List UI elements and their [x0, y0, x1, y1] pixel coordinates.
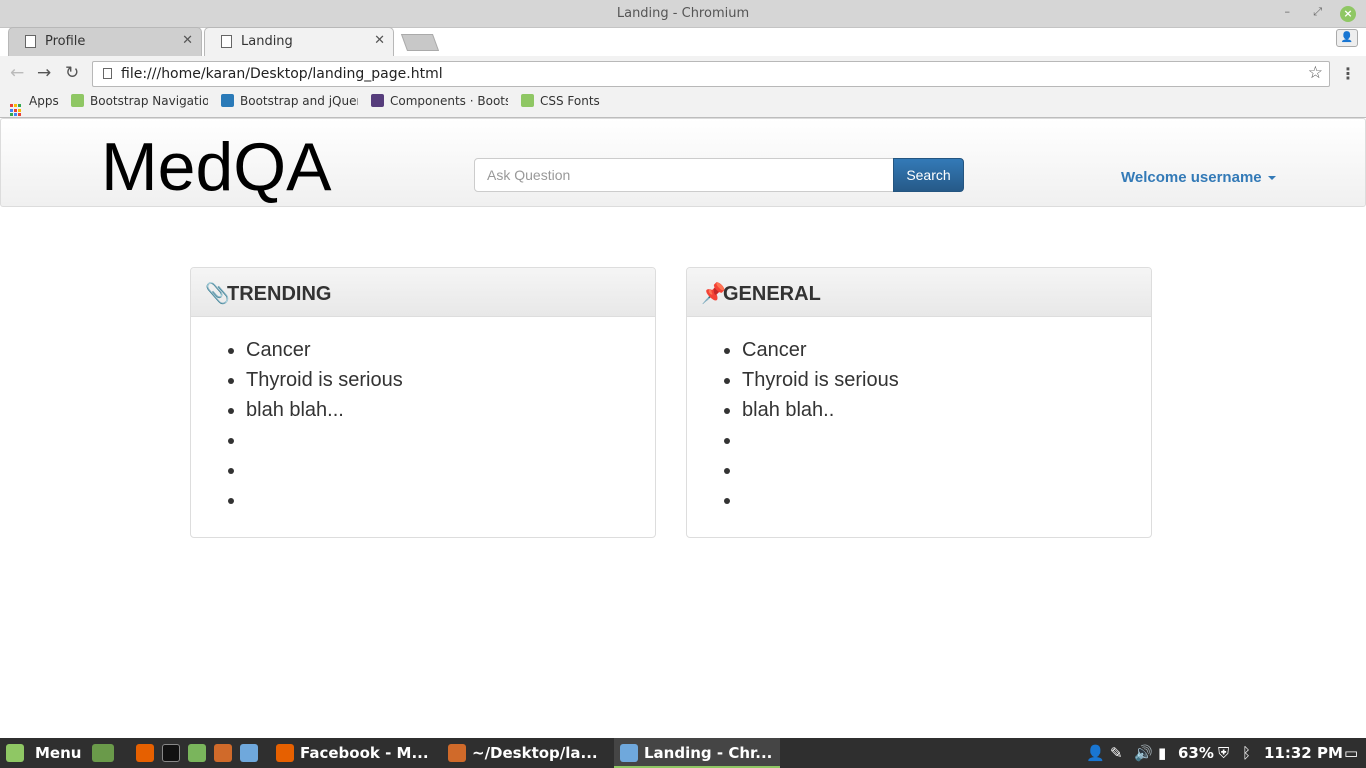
- menu-icon[interactable]: ⋮: [1340, 64, 1356, 83]
- list-item: [742, 425, 1151, 455]
- user-menu-label: Welcome username: [1121, 169, 1262, 186]
- chromium-icon[interactable]: [240, 744, 258, 762]
- address-bar[interactable]: file:///home/karan/Desktop/landing_page.…: [92, 61, 1330, 87]
- chromium-icon: [620, 744, 638, 762]
- bookmark-components-bootstrap[interactable]: Components · Bootstrap: [371, 94, 508, 108]
- mint-logo-icon[interactable]: [6, 744, 24, 762]
- task-landing-chromium[interactable]: Landing - Chr...: [614, 738, 780, 768]
- bluetooth-icon[interactable]: ᛒ: [1242, 738, 1251, 768]
- files-icon[interactable]: [188, 744, 206, 762]
- os-taskbar: Menu Facebook - M... ~/Desktop/la... Lan…: [0, 738, 1366, 768]
- update-shield-icon[interactable]: ⛨: [1218, 738, 1229, 768]
- site-brand[interactable]: MedQA: [101, 133, 332, 201]
- panel-heading: 📎TRENDING: [191, 268, 655, 317]
- show-desktop-icon[interactable]: [92, 744, 114, 762]
- tab-profile[interactable]: Profile ✕: [8, 27, 202, 56]
- bookmark-label: Bootstrap and jQuery: [240, 94, 358, 108]
- bookmark-bootstrap-jquery[interactable]: Bootstrap and jQuery: [221, 94, 358, 108]
- bootstrap-icon: [371, 94, 384, 107]
- tab-close-icon[interactable]: ✕: [374, 33, 385, 48]
- task-label: Landing - Chr...: [644, 744, 773, 762]
- list-item: [246, 455, 655, 485]
- w3schools-icon: [71, 94, 84, 107]
- list-item: [246, 425, 655, 455]
- trending-panel: 📎TRENDING Cancer Thyroid is serious blah…: [190, 267, 656, 538]
- battery-percent: 63%: [1178, 744, 1214, 762]
- task-label: Facebook - M...: [300, 744, 429, 762]
- minimize-icon[interactable]: –: [1285, 5, 1291, 18]
- w3schools-icon: [521, 94, 534, 107]
- firefox-icon[interactable]: [136, 744, 154, 762]
- tab-close-icon[interactable]: ✕: [182, 33, 193, 48]
- pushpin-icon: 📌: [701, 283, 726, 305]
- firefox-icon: [276, 744, 294, 762]
- profile-icon[interactable]: 👤: [1336, 29, 1358, 47]
- panel-title: GENERAL: [723, 283, 821, 305]
- task-label: ~/Desktop/la...: [472, 744, 598, 762]
- panel-heading: 📌GENERAL: [687, 268, 1151, 317]
- list-item: [246, 485, 655, 515]
- terminal-icon[interactable]: [162, 744, 180, 762]
- window-title: Landing - Chromium: [616, 6, 750, 21]
- site-navbar: MedQA Search Welcome username: [0, 118, 1366, 207]
- window-titlebar: Landing - Chromium – ⤢ ×: [0, 0, 1366, 28]
- bookmark-label: CSS Fonts: [540, 94, 600, 108]
- page-icon: [25, 35, 36, 48]
- new-tab-button[interactable]: [400, 34, 440, 51]
- bookmark-label: Apps: [29, 94, 59, 108]
- user-icon[interactable]: 👤: [1086, 738, 1105, 768]
- list-item[interactable]: Cancer: [742, 335, 1151, 365]
- task-desktop-folder[interactable]: ~/Desktop/la...: [442, 738, 612, 768]
- general-list: Cancer Thyroid is serious blah blah..: [742, 335, 1151, 515]
- start-menu-button[interactable]: Menu: [35, 738, 81, 768]
- volume-icon[interactable]: 🔊: [1134, 738, 1153, 768]
- close-window-icon[interactable]: ×: [1340, 6, 1356, 22]
- sublime-text-icon[interactable]: [214, 744, 232, 762]
- tab-label: Profile: [45, 34, 86, 49]
- list-item[interactable]: blah blah..: [742, 395, 1151, 425]
- trending-list: Cancer Thyroid is serious blah blah...: [246, 335, 655, 515]
- panel-title: TRENDING: [227, 283, 332, 305]
- bookmarks-bar: Apps Bootstrap Navigation Bootstrap and …: [0, 92, 1366, 117]
- battery-icon[interactable]: ▮: [1158, 738, 1166, 768]
- paperclip-icon: 📎: [205, 283, 230, 305]
- reload-icon[interactable]: ↻: [65, 63, 79, 83]
- clock[interactable]: 11:32 PM: [1264, 738, 1343, 768]
- page-icon: [103, 68, 112, 79]
- list-item: [742, 485, 1151, 515]
- browser-toolbar: ← → ↻ file:///home/karan/Desktop/landing…: [0, 56, 1366, 118]
- tab-label: Landing: [241, 34, 293, 49]
- back-icon[interactable]: ←: [10, 63, 24, 83]
- bookmark-star-icon[interactable]: ☆: [1308, 63, 1323, 83]
- list-item[interactable]: Thyroid is serious: [742, 365, 1151, 395]
- list-item[interactable]: blah blah...: [246, 395, 655, 425]
- search-button[interactable]: Search: [893, 158, 964, 192]
- forward-icon[interactable]: →: [37, 63, 51, 83]
- panel-body: Cancer Thyroid is serious blah blah..: [687, 335, 1151, 515]
- workspace-icon[interactable]: ▭: [1344, 738, 1358, 768]
- task-facebook[interactable]: Facebook - M...: [270, 738, 435, 768]
- sublime-text-icon: [448, 744, 466, 762]
- list-item[interactable]: Thyroid is serious: [246, 365, 655, 395]
- site-icon: [221, 94, 234, 107]
- page-icon: [221, 35, 232, 48]
- apps-icon: [10, 104, 23, 117]
- maximize-icon[interactable]: ⤢: [1313, 5, 1322, 19]
- general-panel: 📌GENERAL Cancer Thyroid is serious blah …: [686, 267, 1152, 538]
- bookmark-apps[interactable]: Apps: [10, 94, 62, 117]
- caret-down-icon: [1267, 176, 1276, 181]
- panel-body: Cancer Thyroid is serious blah blah...: [191, 335, 655, 515]
- list-item: [742, 455, 1151, 485]
- network-icon[interactable]: ✎: [1110, 738, 1123, 768]
- bookmark-bootstrap-navigation[interactable]: Bootstrap Navigation: [71, 94, 208, 108]
- bookmark-label: Bootstrap Navigation: [90, 94, 208, 108]
- list-item[interactable]: Cancer: [246, 335, 655, 365]
- bookmark-label: Components · Bootstrap: [390, 94, 508, 108]
- user-menu-dropdown[interactable]: Welcome username: [1121, 169, 1276, 186]
- tab-landing[interactable]: Landing ✕: [204, 27, 394, 56]
- url-text: file:///home/karan/Desktop/landing_page.…: [121, 66, 443, 82]
- ask-question-input[interactable]: [474, 158, 895, 192]
- bookmark-css-fonts[interactable]: CSS Fonts: [521, 94, 611, 108]
